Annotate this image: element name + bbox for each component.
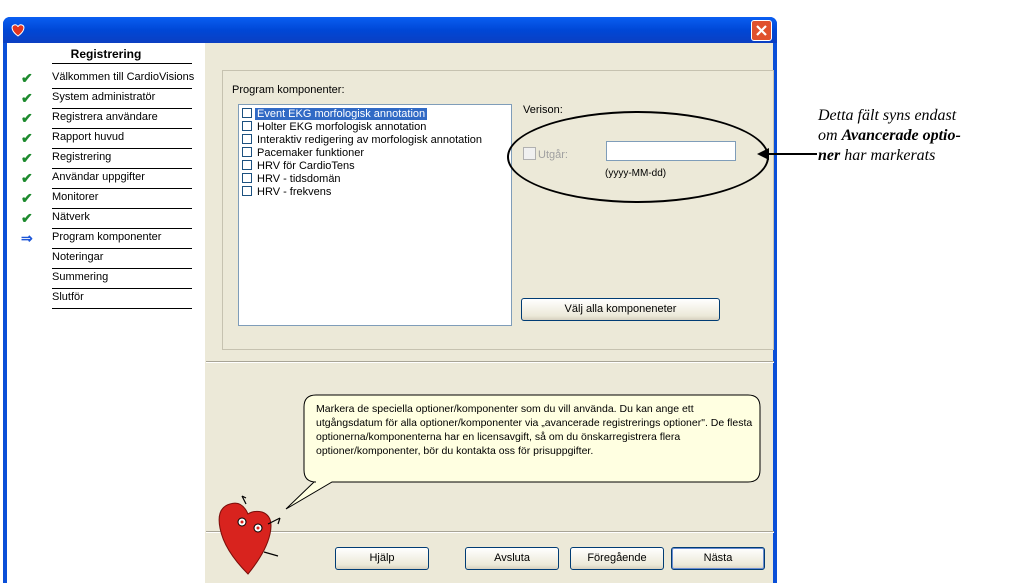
sidebar-step-label: Registrering [52, 151, 112, 163]
sidebar-step-label: Användar uppgifter [52, 171, 145, 183]
component-checkbox[interactable] [242, 108, 252, 118]
sidebar-step: ✔ Registrering [7, 149, 205, 169]
title-bar[interactable] [3, 17, 777, 43]
sidebar-title: Registrering [70, 47, 142, 61]
component-list-item[interactable]: HRV för CardioTens [242, 160, 357, 173]
annotation-line-1: Detta fält syns endast [818, 107, 957, 124]
sidebar-step-label: Summering [52, 271, 109, 283]
component-label: Holter EKG morfologisk annotation [257, 121, 427, 133]
step-placeholder [21, 271, 37, 285]
highlight-ellipse [507, 111, 769, 203]
sidebar-step-label: Noteringar [52, 251, 104, 263]
component-label: HRV - tidsdomän [257, 173, 341, 185]
component-label: HRV för CardioTens [257, 160, 355, 172]
component-label: HRV - frekvens [257, 186, 332, 198]
sidebar-step-label: Nätverk [52, 211, 90, 223]
sidebar-step: ✔ Användar uppgifter [7, 169, 205, 189]
checkmark-icon: ✔ [21, 150, 33, 166]
checkmark-icon: ✔ [21, 210, 33, 226]
component-list-item[interactable]: Pacemaker funktioner [242, 147, 366, 160]
sidebar-step: Slutför [7, 289, 205, 309]
back-button[interactable]: Föregående [570, 547, 664, 570]
component-list-item[interactable]: Holter EKG morfologisk annotation [242, 121, 428, 134]
component-list-item[interactable]: HRV - frekvens [242, 186, 333, 199]
step-placeholder [21, 251, 37, 265]
sidebar-step: ✔ Nätverk [7, 209, 205, 229]
checkmark-icon: ✔ [21, 90, 33, 106]
sidebar-step: Noteringar [7, 249, 205, 269]
version-label: Verison: [523, 104, 563, 116]
callout-arrow [757, 148, 817, 160]
button-bar-separator-highlight [206, 532, 774, 533]
sidebar-step: ⇒ Program komponenter [7, 229, 205, 249]
sidebar-title-underline [52, 63, 192, 64]
annotation-note: Detta fält syns endast om Avancerade opt… [818, 106, 1010, 166]
sidebar-step: ✔ Registrera användare [7, 109, 205, 129]
sidebar-step-underline [52, 308, 192, 309]
checkmark-icon: ✔ [21, 190, 33, 206]
sidebar-step: ✔ System administratör [7, 89, 205, 109]
component-checkbox[interactable] [242, 121, 252, 131]
sidebar-step: Summering [7, 269, 205, 289]
heart-logo-icon [11, 24, 25, 37]
help-text: Markera de speciella optioner/komponente… [316, 403, 753, 457]
sidebar-step-label: System administratör [52, 91, 156, 103]
annotation-line-3-suffix: har markerats [840, 147, 936, 164]
sidebar-step-label: Program komponenter [52, 231, 162, 243]
component-checkbox[interactable] [242, 160, 252, 170]
next-button[interactable]: Nästa [671, 547, 765, 570]
sidebar-step-label: Välkommen till CardioVisions [52, 71, 195, 83]
annotation-line-3: ner har markerats [818, 146, 1010, 166]
sidebar-step: ✔ Monitorer [7, 189, 205, 209]
checkmark-icon: ✔ [21, 70, 33, 86]
component-list-item[interactable]: Event EKG morfologisk annotation [242, 108, 428, 121]
sidebar-step: ✔ Välkommen till CardioVisions [7, 69, 205, 89]
sidebar-step-label: Slutför [52, 291, 84, 303]
groupbox-label: Program komponenter: [232, 84, 345, 96]
component-label: Interaktiv redigering av morfologisk ann… [257, 134, 483, 146]
annotation-line-2-bold: Avancerade optio- [841, 127, 961, 144]
close-button[interactable] [751, 20, 772, 41]
annotation-line-3-bold: ner [818, 147, 841, 164]
checkmark-icon: ✔ [21, 170, 33, 186]
checkmark-icon: ✔ [21, 130, 33, 146]
component-checkbox[interactable] [242, 186, 252, 196]
right-arrow-icon: ⇒ [21, 230, 33, 246]
component-label: Event EKG morfologisk annotation [255, 108, 428, 120]
sidebar-step-label: Monitorer [52, 191, 99, 203]
checkmark-icon: ✔ [21, 110, 33, 126]
component-list-item[interactable]: HRV - tidsdomän [242, 173, 343, 186]
component-checkbox[interactable] [242, 147, 252, 157]
sidebar-step-label: Registrera användare [52, 111, 158, 123]
select-all-components-button[interactable]: Välj alla komponeneter [521, 298, 720, 321]
sidebar-step-label: Rapport huvud [52, 131, 125, 143]
cancel-button[interactable]: Avsluta [465, 547, 559, 570]
component-label: Pacemaker funktioner [257, 147, 364, 159]
heart-mascot [218, 495, 281, 575]
component-checkbox[interactable] [242, 173, 252, 183]
step-placeholder [21, 291, 37, 305]
annotation-line-2-prefix: om [818, 127, 842, 144]
components-listbox[interactable]: Event EKG morfologisk annotation Holter E… [238, 104, 512, 326]
annotation-line-2: om Avancerade optio- [818, 126, 1010, 146]
component-list-item[interactable]: Interaktiv redigering av morfologisk ann… [242, 134, 484, 147]
section-separator-highlight [206, 362, 774, 363]
close-icon [756, 25, 767, 36]
wizard-steps-sidebar: Registrering ✔ Välkommen till CardioVisio… [7, 43, 205, 583]
help-button[interactable]: Hjälp [335, 547, 429, 570]
component-checkbox[interactable] [242, 134, 252, 144]
sidebar-step: ✔ Rapport huvud [7, 129, 205, 149]
